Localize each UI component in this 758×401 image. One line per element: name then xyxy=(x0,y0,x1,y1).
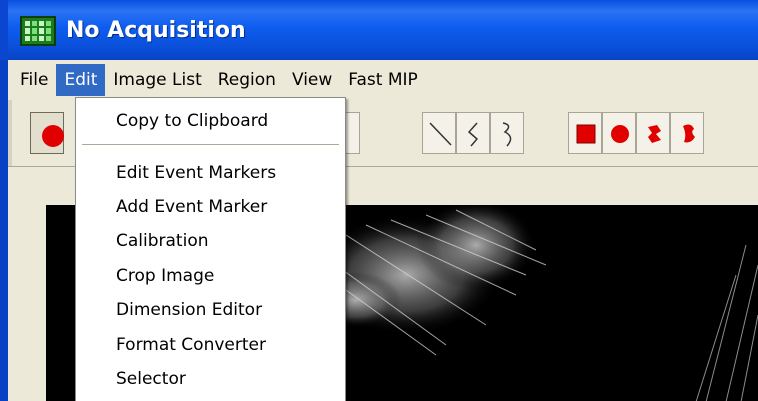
menu-item-edit-event-markers[interactable]: Edit Event Markers xyxy=(76,156,345,190)
rectangle-region-button[interactable] xyxy=(568,112,602,154)
menu-item-copy-to-clipboard[interactable]: Copy to Clipboard xyxy=(76,104,345,138)
polygon-region-icon xyxy=(648,125,661,143)
app-icon[interactable] xyxy=(20,16,56,46)
menu-item-format-converter[interactable]: Format Converter xyxy=(76,328,345,362)
menu-image-list[interactable]: Image List xyxy=(105,64,209,96)
freehand-tool-2-button[interactable] xyxy=(490,112,524,154)
menu-item-add-event-marker[interactable]: Add Event Marker xyxy=(76,190,345,224)
menu-fast-mip[interactable]: Fast MIP xyxy=(340,64,426,96)
freehand-tool-button[interactable] xyxy=(456,112,490,154)
line-tool-icon xyxy=(429,122,452,146)
menu-region[interactable]: Region xyxy=(210,64,284,96)
menu-separator xyxy=(82,144,339,146)
apple-tool-button[interactable] xyxy=(30,112,64,154)
menu-edit[interactable]: Edit xyxy=(56,64,106,96)
menu-item-dimension-editor[interactable]: Dimension Editor xyxy=(76,293,345,327)
freehand-region-icon xyxy=(683,124,695,143)
menu-file[interactable]: File xyxy=(12,64,56,96)
toolbar-grip xyxy=(8,100,12,166)
freehand-tool-2-icon xyxy=(502,122,512,147)
ellipse-region-button[interactable] xyxy=(602,112,636,154)
title-bar: No Acquisition xyxy=(0,0,758,60)
menu-item-crop-image[interactable]: Crop Image xyxy=(76,259,345,293)
window-title: No Acquisition xyxy=(66,18,246,43)
menu-item-calibration[interactable]: Calibration xyxy=(76,224,345,258)
freehand-tool-icon xyxy=(467,122,479,147)
apple-icon xyxy=(42,125,64,147)
menu-bar: File Edit Image List Region View Fast MI… xyxy=(8,60,758,100)
edit-menu-dropdown: Copy to Clipboard Edit Event Markers Add… xyxy=(75,97,346,401)
polygon-region-button[interactable] xyxy=(636,112,670,154)
line-tool-button[interactable] xyxy=(422,112,456,154)
rectangle-region-icon xyxy=(576,124,596,144)
menu-view[interactable]: View xyxy=(284,64,340,96)
window-frame-left xyxy=(0,60,8,401)
ellipse-region-icon xyxy=(611,125,629,143)
freehand-region-button[interactable] xyxy=(670,112,704,154)
menu-item-selector[interactable]: Selector xyxy=(76,362,345,396)
